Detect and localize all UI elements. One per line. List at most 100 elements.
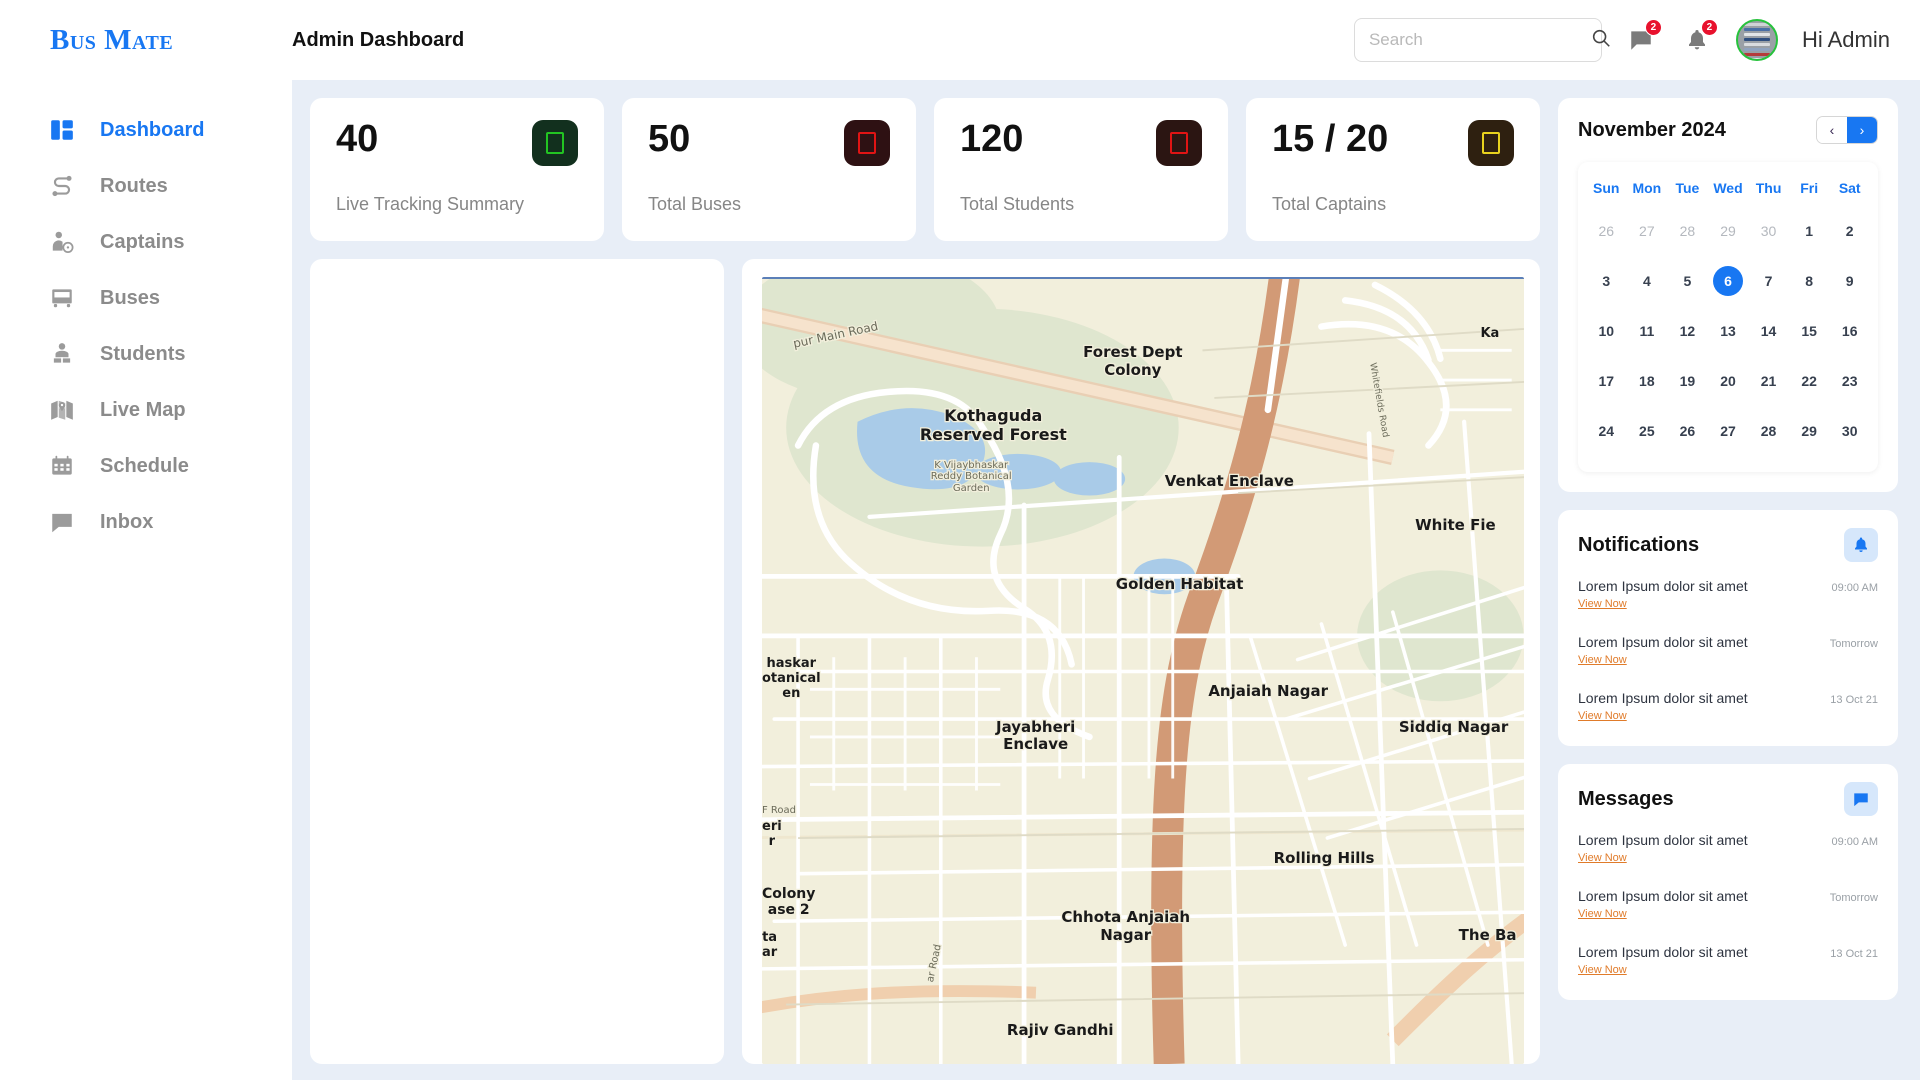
calendar-day[interactable]: 23 xyxy=(1829,356,1870,406)
stat-card-total-buses[interactable]: 50 Total Buses xyxy=(622,98,916,241)
sidebar-item-dashboard[interactable]: Dashboard xyxy=(0,102,292,158)
calendar-day[interactable]: 22 xyxy=(1789,356,1830,406)
calendar-day[interactable]: 7 xyxy=(1748,256,1789,306)
stat-card-total-captains[interactable]: 15 / 20 Total Captains xyxy=(1246,98,1540,241)
sidebar-item-buses[interactable]: Buses xyxy=(0,270,292,326)
notification-item-view-now-link[interactable]: View Now xyxy=(1578,710,1627,722)
sidebar-item-live-map[interactable]: Live Map xyxy=(0,382,292,438)
user-greeting[interactable]: Hi Admin xyxy=(1802,27,1890,53)
calendar-day[interactable]: 14 xyxy=(1748,306,1789,356)
sidebar-item-inbox[interactable]: Inbox xyxy=(0,494,292,550)
sidebar-item-captains[interactable]: Captains xyxy=(0,214,292,270)
sidebar: Dashboard Routes Captains Buses Students… xyxy=(0,80,292,1080)
calendar-day[interactable]: 8 xyxy=(1789,256,1830,306)
stat-card-total-students[interactable]: 120 Total Students xyxy=(934,98,1228,241)
sidebar-item-label: Buses xyxy=(100,286,161,309)
calendar-day[interactable]: 24 xyxy=(1586,406,1627,456)
calendar-day[interactable]: 17 xyxy=(1586,356,1627,406)
map-label: Golden Habitat xyxy=(1115,574,1245,594)
avatar-image xyxy=(1743,23,1770,59)
calendar-day-selected[interactable]: 6 xyxy=(1708,256,1749,306)
calendar-day[interactable]: 27 xyxy=(1627,206,1668,256)
calendar-day-label: 22 xyxy=(1801,373,1817,389)
calendar-day[interactable]: 9 xyxy=(1829,256,1870,306)
sidebar-item-students[interactable]: Students xyxy=(0,326,292,382)
messages-title: Messages xyxy=(1578,787,1674,810)
calendar-day[interactable]: 3 xyxy=(1586,256,1627,306)
calendar-day[interactable]: 18 xyxy=(1627,356,1668,406)
map-label: Colony ase 2 xyxy=(762,884,817,919)
calendar-day[interactable]: 28 xyxy=(1748,406,1789,456)
search-input[interactable] xyxy=(1368,30,1590,50)
calendar-day[interactable]: 20 xyxy=(1708,356,1749,406)
side-info-panel xyxy=(310,259,724,1064)
calendar-icon xyxy=(48,452,76,480)
search-box[interactable] xyxy=(1353,18,1610,62)
calendar-day-label: 26 xyxy=(1598,223,1615,239)
map-panel[interactable]: Forest Dept Colony Kothaguda Reserved For… xyxy=(742,259,1540,1064)
message-item-time: 09:00 AM xyxy=(1831,836,1878,848)
calendar-day[interactable]: 28 xyxy=(1667,206,1708,256)
message-item-view-now-link[interactable]: View Now xyxy=(1578,964,1627,976)
calendar-day[interactable]: 30 xyxy=(1748,206,1789,256)
calendar-day[interactable]: 13 xyxy=(1708,306,1749,356)
calendar-day[interactable]: 10 xyxy=(1586,306,1627,356)
notification-item-time: 09:00 AM xyxy=(1831,582,1878,594)
sidebar-item-label: Live Map xyxy=(100,398,186,421)
calendar-day[interactable]: 27 xyxy=(1708,406,1749,456)
stat-label: Total Buses xyxy=(648,194,742,214)
calendar-day[interactable]: 15 xyxy=(1789,306,1830,356)
message-item: Lorem Ipsum dolor sit amet 09:00 AM View N… xyxy=(1578,832,1878,866)
calendar-day[interactable]: 16 xyxy=(1829,306,1870,356)
calendar-weekday: Wed xyxy=(1713,180,1743,196)
notification-item-view-now-link[interactable]: View Now xyxy=(1578,598,1627,610)
calendar-day[interactable]: 19 xyxy=(1667,356,1708,406)
calendar-week-row: 3 4 5 6 7 8 9 xyxy=(1586,256,1870,306)
calendar-day[interactable]: 30 xyxy=(1829,406,1870,456)
stat-card-live-tracking[interactable]: 40 Live Tracking Summary xyxy=(310,98,604,241)
sidebar-item-schedule[interactable]: Schedule xyxy=(0,438,292,494)
stat-status-icon xyxy=(1156,120,1202,166)
calendar-day[interactable]: 26 xyxy=(1586,206,1627,256)
avatar[interactable] xyxy=(1735,19,1778,61)
sidebar-item-routes[interactable]: Routes xyxy=(0,158,292,214)
search-icon[interactable] xyxy=(1590,27,1612,54)
calendar-day[interactable]: 2 xyxy=(1829,206,1870,256)
calendar-card: November 2024 ‹ › Sun Mon Tue Wed Thu Fri Sat … xyxy=(1558,98,1898,492)
stat-status-icon xyxy=(844,120,890,166)
calendar-week-row: 26 27 28 29 30 1 2 xyxy=(1586,206,1870,256)
calendar-day[interactable]: 12 xyxy=(1667,306,1708,356)
messages-button[interactable]: 2 xyxy=(1624,19,1662,57)
calendar-day[interactable]: 4 xyxy=(1627,256,1668,306)
notification-item-view-now-link[interactable]: View Now xyxy=(1578,654,1627,666)
calendar-next-button[interactable]: › xyxy=(1847,117,1877,143)
notification-item-time: Tomorrow xyxy=(1829,638,1878,650)
stat-value: 40 xyxy=(336,118,379,160)
calendar-day[interactable]: 29 xyxy=(1708,206,1749,256)
calendar-day[interactable]: 1 xyxy=(1789,206,1830,256)
notifications-button[interactable]: 2 xyxy=(1680,19,1718,57)
app-logo[interactable]: Bus Mate xyxy=(50,24,173,57)
live-map[interactable]: Forest Dept Colony Kothaguda Reserved For… xyxy=(762,277,1524,1064)
map-label: Forest Dept Colony xyxy=(1082,343,1184,380)
calendar-day-label: 9 xyxy=(1845,273,1854,289)
message-item-view-now-link[interactable]: View Now xyxy=(1578,908,1627,920)
calendar-day[interactable]: 25 xyxy=(1627,406,1668,456)
calendar-day[interactable]: 5 xyxy=(1667,256,1708,306)
stat-status-icon xyxy=(532,120,578,166)
messages-list: Lorem Ipsum dolor sit amet 09:00 AM View N… xyxy=(1578,832,1878,978)
bell-icon[interactable] xyxy=(1844,528,1878,562)
calendar-day[interactable]: 26 xyxy=(1667,406,1708,456)
map-label: Rajiv Gandhi xyxy=(1006,1020,1115,1040)
calendar-day-label: 6 xyxy=(1712,266,1743,296)
sidebar-item-label: Routes xyxy=(100,174,168,197)
message-item-view-now-link[interactable]: View Now xyxy=(1578,852,1627,864)
message-item-top: Lorem Ipsum dolor sit amet 13 Oct 21 xyxy=(1578,944,1878,960)
calendar-day[interactable]: 11 xyxy=(1627,306,1668,356)
calendar-day[interactable]: 29 xyxy=(1789,406,1830,456)
calendar-day[interactable]: 21 xyxy=(1748,356,1789,406)
calendar-day-label: 28 xyxy=(1679,223,1696,239)
calendar-day-label: 26 xyxy=(1679,423,1696,439)
chat-icon[interactable] xyxy=(1844,782,1878,816)
calendar-prev-button[interactable]: ‹ xyxy=(1817,117,1847,143)
